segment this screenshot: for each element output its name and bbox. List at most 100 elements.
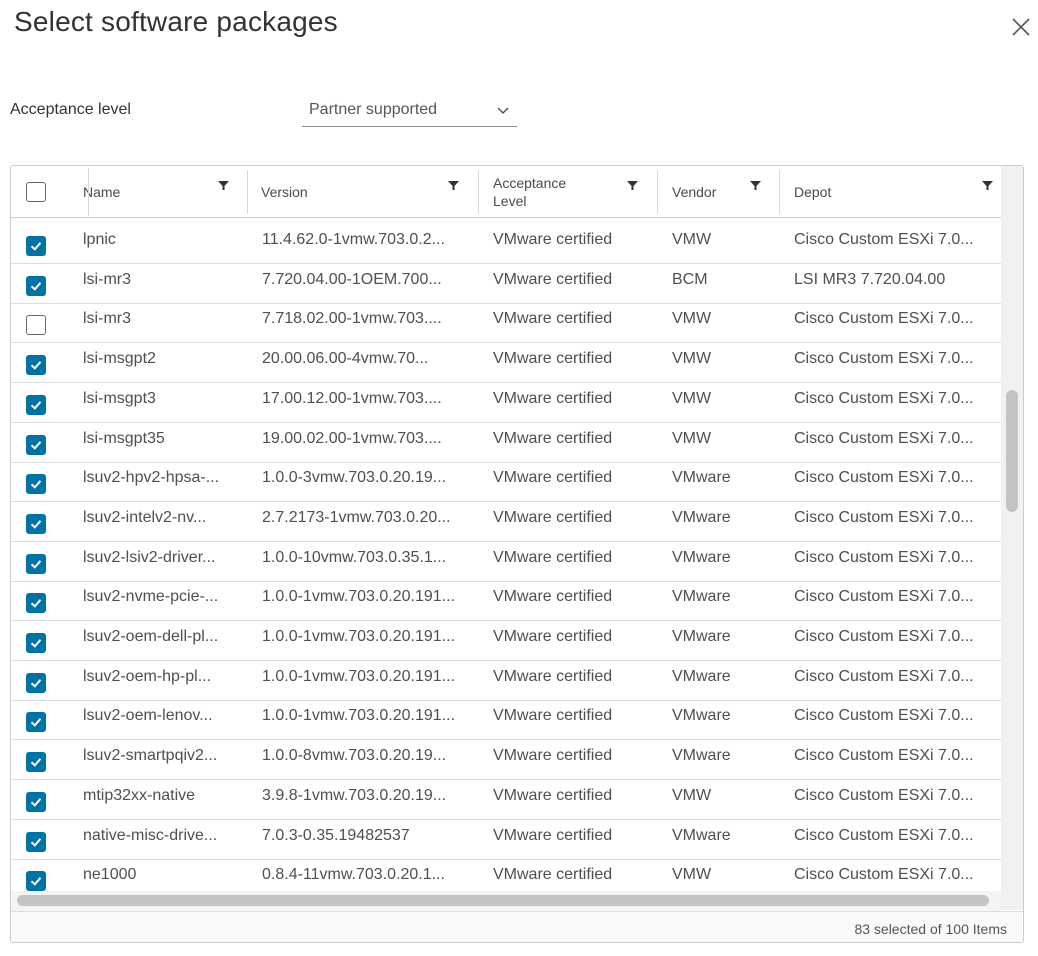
close-icon[interactable]	[1006, 12, 1036, 42]
column-header-vendor[interactable]: Vendor	[660, 166, 778, 217]
cell-acceptance: VMware certified	[493, 621, 651, 660]
row-checkbox[interactable]	[26, 315, 46, 336]
cell-depot: Cisco Custom ESXi 7.0...	[794, 343, 999, 382]
table-row[interactable]: native-misc-drive... 7.0.3-0.35.19482537 V…	[11, 820, 1001, 860]
cell-version: 11.4.62.0-1vmw.703.0.2...	[262, 224, 472, 263]
row-checkbox[interactable]	[26, 593, 46, 614]
table-row[interactable]: ne1000 0.8.4-11vmw.703.0.20.1... VMware ce…	[11, 859, 1001, 892]
cell-vendor-text: VMW	[672, 350, 712, 368]
row-checkbox[interactable]	[26, 236, 46, 256]
column-header-name[interactable]: Name	[71, 166, 246, 217]
filter-icon[interactable]	[217, 179, 230, 192]
table-row[interactable]: lsuv2-oem-dell-pl... 1.0.0-1vmw.703.0.20.…	[11, 621, 1001, 661]
row-checkbox[interactable]	[26, 752, 46, 773]
cell-name-text: lsi-mr3	[83, 270, 131, 288]
table-row[interactable]: lsi-msgpt35 19.00.02.00-1vmw.703.... VMwar…	[11, 423, 1001, 463]
cell-acceptance-text: VMware certified	[493, 429, 613, 447]
cell-version: 1.0.0-1vmw.703.0.20.191...	[262, 661, 472, 700]
cell-version: 17.00.12.00-1vmw.703....	[262, 383, 472, 422]
cell-name-text: mtip32xx-native	[83, 786, 196, 804]
cell-name: lsi-msgpt3	[83, 383, 243, 422]
cell-acceptance: VMware certified	[493, 780, 651, 819]
cell-vendor: VMW	[672, 423, 772, 462]
cell-acceptance-text: VMware certified	[493, 866, 613, 884]
table-row[interactable]: lsuv2-nvme-pcie-... 1.0.0-1vmw.703.0.20.1…	[11, 581, 1001, 622]
cell-version-text: 1.0.0-1vmw.703.0.20.191...	[262, 667, 456, 685]
table-row[interactable]: mtip32xx-native 3.9.8-1vmw.703.0.20.19...…	[11, 780, 1001, 820]
table-row[interactable]: lsi-mr3 7.720.04.00-1OEM.700... VMware cer…	[11, 264, 1001, 304]
cell-name: lsi-mr3	[83, 264, 243, 303]
acceptance-level-select[interactable]: Partner supported	[302, 96, 517, 127]
cell-vendor-text: VMware	[672, 707, 731, 725]
column-separator[interactable]	[657, 170, 658, 214]
row-checkbox[interactable]	[26, 474, 46, 495]
column-header-acceptance-level[interactable]: Acceptance Level	[481, 166, 656, 217]
table-row[interactable]: lsi-msgpt2 20.00.06.00-4vmw.70... VMware c…	[11, 343, 1001, 384]
filter-icon[interactable]	[626, 179, 639, 192]
row-checkbox[interactable]	[26, 672, 46, 693]
cell-version-text: 2.7.2173-1vmw.703.0.20...	[262, 508, 451, 526]
table-row[interactable]: lsuv2-smartpqiv2... 1.0.0-8vmw.703.0.20.1…	[11, 740, 1001, 781]
chevron-down-icon	[497, 107, 509, 115]
cell-acceptance: VMware certified	[493, 700, 651, 739]
horizontal-scrollbar-thumb[interactable]	[17, 895, 989, 906]
table-row[interactable]: lsuv2-oem-lenov... 1.0.0-1vmw.703.0.20.19…	[11, 700, 1001, 741]
row-checkbox[interactable]	[26, 831, 46, 852]
cell-version-text: 1.0.0-1vmw.703.0.20.191...	[262, 628, 456, 645]
column-header-depot[interactable]: Depot	[782, 166, 1001, 217]
column-label-acceptance-line2: Level	[493, 193, 527, 209]
cell-name: lsuv2-oem-lenov...	[83, 700, 243, 739]
row-checkbox[interactable]	[26, 275, 46, 296]
cell-name: lsuv2-oem-hp-pl...	[83, 661, 243, 700]
filter-icon[interactable]	[447, 179, 460, 192]
cell-depot: Cisco Custom ESXi 7.0...	[794, 621, 999, 660]
cell-vendor: VMware	[672, 462, 772, 501]
cell-acceptance: VMware certified	[493, 859, 651, 892]
cell-name-text: lsi-mr3	[83, 310, 131, 328]
row-checkbox[interactable]	[26, 633, 46, 653]
table-row[interactable]: lsuv2-oem-hp-pl... 1.0.0-1vmw.703.0.20.19…	[11, 661, 1001, 701]
cell-depot-text: Cisco Custom ESXi 7.0...	[794, 588, 974, 606]
row-checkbox[interactable]	[26, 553, 46, 574]
table-row[interactable]: lsi-msgpt3 17.00.12.00-1vmw.703.... VMware…	[11, 383, 1001, 423]
filter-icon[interactable]	[981, 179, 994, 192]
table-row[interactable]: lsuv2-hpv2-hpsa-... 1.0.0-3vmw.703.0.20.1…	[11, 462, 1001, 503]
row-checkbox[interactable]	[26, 712, 46, 733]
select-all-checkbox[interactable]	[26, 182, 46, 202]
row-checkbox[interactable]	[26, 513, 46, 534]
vertical-scrollbar[interactable]	[1001, 166, 1023, 910]
column-separator[interactable]	[779, 170, 780, 214]
cell-name: lsuv2-smartpqiv2...	[83, 740, 243, 779]
cell-version-text: 11.4.62.0-1vmw.703.0.2...	[262, 231, 445, 248]
table-row[interactable]: lpnic 11.4.62.0-1vmw.703.0.2... VMware cer…	[11, 224, 1001, 264]
column-header-version[interactable]: Version	[249, 166, 478, 217]
cell-version-text: 7.0.3-0.35.19482537	[262, 826, 410, 844]
filter-icon[interactable]	[749, 179, 762, 192]
dialog-title: Select software packages	[14, 6, 338, 37]
column-separator[interactable]	[478, 170, 479, 214]
cell-name: lsuv2-lsiv2-driver...	[83, 542, 243, 581]
row-checkbox[interactable]	[26, 791, 46, 812]
row-checkbox[interactable]	[26, 434, 46, 455]
table-row[interactable]: lsi-mr3 7.718.02.00-1vmw.703.... VMware ce…	[11, 303, 1001, 344]
cell-acceptance-text: VMware certified	[493, 310, 613, 328]
row-checkbox[interactable]	[26, 871, 46, 892]
row-checkbox[interactable]	[26, 355, 46, 376]
cell-vendor: VMware	[672, 661, 772, 700]
cell-depot: Cisco Custom ESXi 7.0...	[794, 740, 999, 779]
cell-version-text: 1.0.0-1vmw.703.0.20.191...	[262, 707, 456, 725]
row-checkbox[interactable]	[26, 394, 46, 415]
cell-version-text: 19.00.02.00-1vmw.703....	[262, 429, 442, 447]
vertical-scrollbar-thumb[interactable]	[1006, 390, 1018, 512]
cell-name: lsi-mr3	[83, 303, 243, 342]
cell-vendor-text: VMware	[672, 667, 731, 685]
table-row[interactable]: lsuv2-intelv2-nv... 2.7.2173-1vmw.703.0.2…	[11, 502, 1001, 542]
cell-name-text: lsuv2-nvme-pcie-...	[83, 588, 219, 606]
table-row[interactable]: lsuv2-lsiv2-driver... 1.0.0-10vmw.703.0.3…	[11, 542, 1001, 582]
horizontal-scrollbar[interactable]	[11, 891, 1001, 911]
column-separator[interactable]	[247, 170, 248, 214]
cell-depot: Cisco Custom ESXi 7.0...	[794, 661, 999, 700]
cell-acceptance-text: VMware certified	[493, 667, 613, 685]
column-resize-handle[interactable]	[88, 168, 89, 216]
cell-acceptance: VMware certified	[493, 542, 651, 581]
